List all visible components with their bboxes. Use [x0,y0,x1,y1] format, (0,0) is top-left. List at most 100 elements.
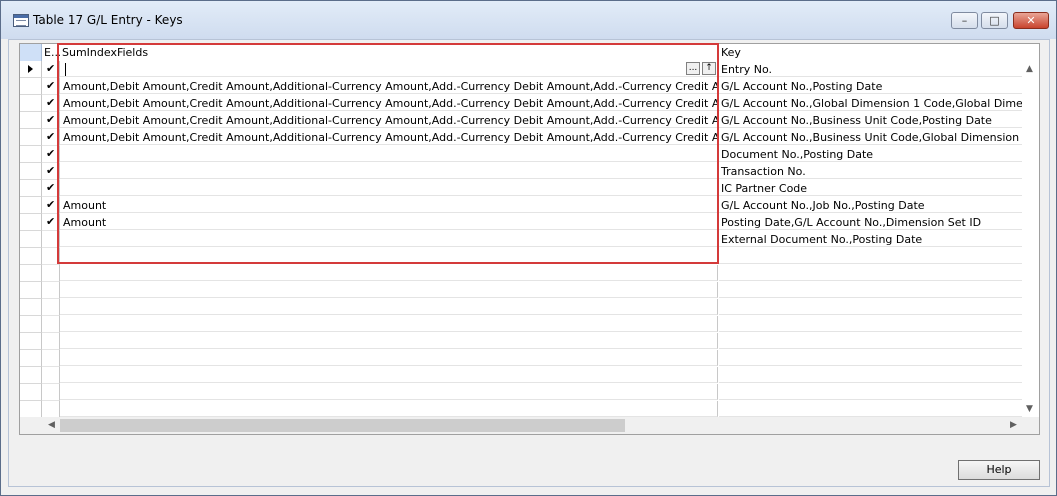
table-row[interactable] [20,282,1039,299]
enabled-cell[interactable]: ✔ [42,129,60,146]
row-selector[interactable] [20,197,42,214]
enabled-cell[interactable]: ✔ [42,61,60,78]
row-selector[interactable] [20,146,42,163]
enabled-cell[interactable] [42,367,60,384]
table-row[interactable]: ✔ Amount,Debit Amount,Credit Amount,Addit… [20,95,1039,112]
enabled-cell[interactable] [42,401,60,418]
table-row[interactable] [20,367,1039,384]
table-row[interactable]: ✔ Amount,Debit Amount,Credit Amount,Addit… [20,112,1039,129]
table-row[interactable]: ✔ Amount,Debit Amount,Credit Amount,Addit… [20,78,1039,95]
assist-edit-button[interactable]: ↑ [702,62,716,75]
key-cell[interactable]: Entry No. [719,61,1039,77]
sumindexfields-cell[interactable]: ... ↑ [60,61,718,77]
table-row[interactable]: ✔ Amount Posting Date,G/L Account No.,Dime… [20,214,1039,231]
key-cell[interactable] [719,350,1039,366]
table-row[interactable]: ✔ Amount,Debit Amount,Credit Amount,Addit… [20,129,1039,146]
key-cell[interactable] [719,333,1039,349]
row-selector[interactable] [20,333,42,350]
enabled-cell[interactable] [42,333,60,350]
key-cell[interactable] [719,401,1039,417]
key-cell[interactable]: Transaction No. [719,163,1039,179]
enabled-cell[interactable]: ✔ [42,214,60,231]
key-cell[interactable] [719,282,1039,298]
key-cell[interactable] [719,299,1039,315]
sumindexfields-cell[interactable]: Amount [60,214,718,230]
sumindexfields-cell[interactable] [60,333,718,349]
key-cell[interactable]: G/L Account No.,Business Unit Code,Globa… [719,129,1039,145]
enabled-cell[interactable]: ✔ [42,146,60,163]
sumindexfields-cell[interactable]: Amount [60,197,718,213]
column-header-sumindexfields[interactable]: SumIndexFields [60,44,718,61]
key-cell[interactable]: G/L Account No.,Posting Date [719,78,1039,94]
key-cell[interactable]: G/L Account No.,Business Unit Code,Posti… [719,112,1039,128]
sumindexfields-cell[interactable] [60,299,718,315]
table-row[interactable]: ✔ Amount G/L Account No.,Job No.,Posting D… [20,197,1039,214]
key-cell[interactable] [719,384,1039,400]
sumindexfields-cell[interactable] [60,367,718,383]
enabled-cell[interactable] [42,384,60,401]
key-cell[interactable] [719,316,1039,332]
enabled-cell[interactable]: ✔ [42,163,60,180]
table-row[interactable] [20,248,1039,265]
table-row[interactable]: External Document No.,Posting Date [20,231,1039,248]
sumindexfields-cell[interactable] [60,350,718,366]
enabled-cell[interactable] [42,231,60,248]
enabled-cell[interactable] [42,282,60,299]
row-selector[interactable] [20,163,42,180]
row-selector[interactable] [20,350,42,367]
sumindexfields-cell[interactable] [60,248,718,264]
title-bar[interactable]: Table 17 G/L Entry - Keys – □ ✕ [1,1,1056,39]
vertical-scrollbar[interactable]: ▲ ▼ [1022,61,1039,418]
row-selector[interactable] [20,384,42,401]
key-cell[interactable]: External Document No.,Posting Date [719,231,1039,247]
enabled-cell[interactable]: ✔ [42,78,60,95]
key-cell[interactable] [719,265,1039,281]
sumindexfields-cell[interactable] [60,180,718,196]
horizontal-scrollbar[interactable]: ◀ ▶ [20,417,1039,434]
table-row[interactable] [20,384,1039,401]
enabled-cell[interactable]: ✔ [42,95,60,112]
scroll-down-icon[interactable]: ▼ [1026,404,1033,414]
enabled-cell[interactable]: ✔ [42,112,60,129]
sumindexfields-cell[interactable]: Amount,Debit Amount,Credit Amount,Additi… [60,95,718,111]
table-row[interactable] [20,316,1039,333]
row-selector[interactable] [20,265,42,282]
enabled-cell[interactable]: ✔ [42,180,60,197]
table-row[interactable]: ✔... ↑ Entry No. [20,61,1039,78]
key-cell[interactable]: Posting Date,G/L Account No.,Dimension S… [719,214,1039,230]
row-selector[interactable] [20,316,42,333]
row-selector[interactable] [20,231,42,248]
scroll-left-icon[interactable]: ◀ [48,420,55,430]
sumindexfields-cell[interactable]: Amount,Debit Amount,Credit Amount,Additi… [60,112,718,128]
key-cell[interactable]: Document No.,Posting Date [719,146,1039,162]
key-cell[interactable]: G/L Account No.,Global Dimension 1 Code,… [719,95,1039,111]
lookup-button[interactable]: ... [686,62,700,75]
sumindexfields-cell[interactable] [60,163,718,179]
row-selector[interactable] [20,282,42,299]
table-row[interactable]: ✔ Document No.,Posting Date [20,146,1039,163]
key-cell[interactable] [719,248,1039,264]
sumindexfields-cell[interactable] [60,231,718,247]
scroll-up-icon[interactable]: ▲ [1026,64,1033,74]
sumindexfields-cell[interactable]: Amount,Debit Amount,Credit Amount,Additi… [60,78,718,94]
table-row[interactable] [20,265,1039,282]
horizontal-scroll-thumb[interactable] [60,419,625,432]
scroll-right-icon[interactable]: ▶ [1010,420,1017,430]
row-selector[interactable] [20,367,42,384]
sumindexfields-cell[interactable] [60,384,718,400]
column-header-enabled[interactable]: E... [42,44,60,61]
row-selector[interactable] [20,214,42,231]
enabled-cell[interactable] [42,299,60,316]
minimize-button[interactable]: – [951,12,978,29]
column-header-key[interactable]: Key [719,44,1022,61]
maximize-button[interactable]: □ [981,12,1008,29]
row-selector[interactable] [20,78,42,95]
sumindexfields-cell[interactable]: Amount,Debit Amount,Credit Amount,Additi… [60,129,718,145]
row-selector[interactable] [20,95,42,112]
enabled-cell[interactable] [42,248,60,265]
row-selector[interactable] [20,299,42,316]
table-row[interactable] [20,350,1039,367]
row-selector[interactable] [20,112,42,129]
table-row[interactable] [20,333,1039,350]
row-selector[interactable] [20,129,42,146]
